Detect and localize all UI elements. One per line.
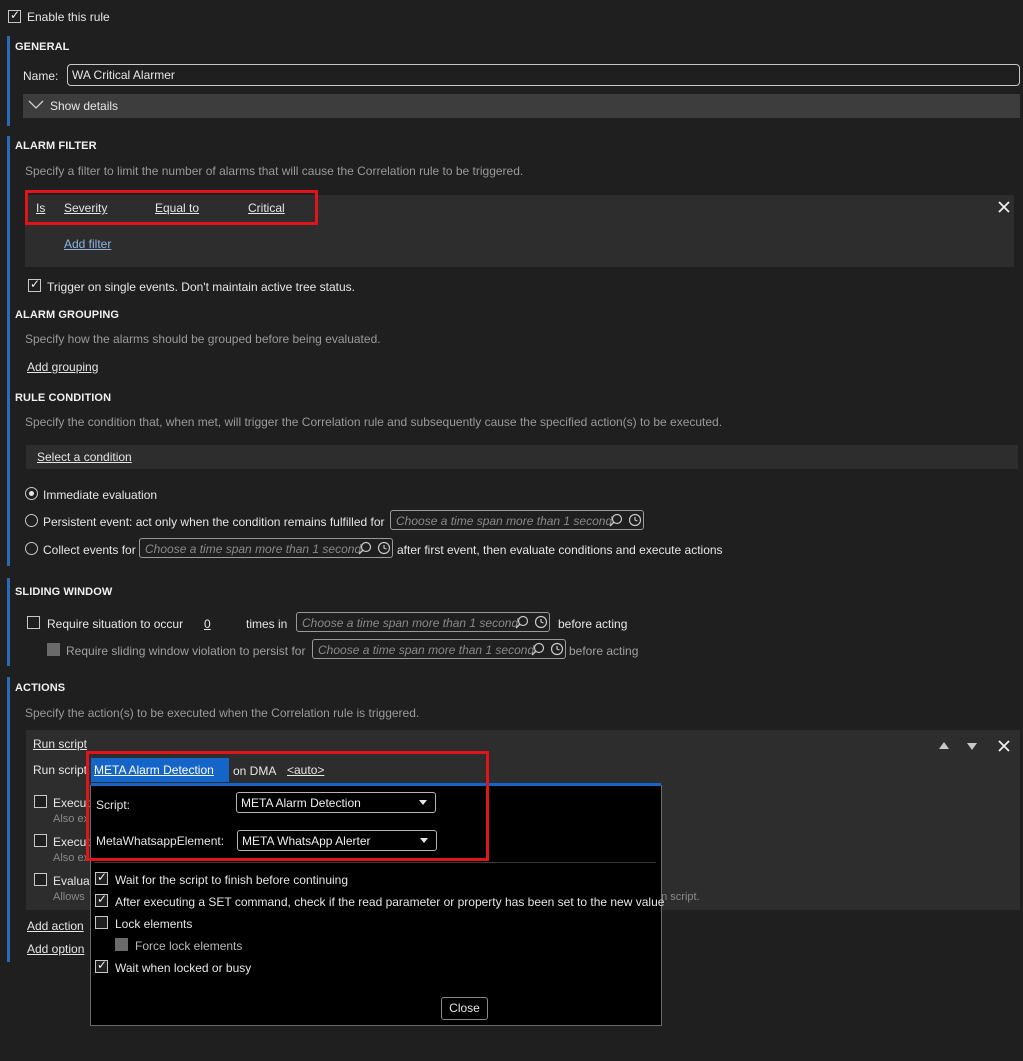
require-violation-checkbox[interactable] <box>47 643 60 656</box>
select-condition-bar[interactable]: Select a condition <box>26 445 1018 469</box>
run-script-label: Run script <box>33 763 88 777</box>
lock-elements-label: Lock elements <box>115 917 193 931</box>
rule-condition-title: RULE CONDITION <box>15 392 112 404</box>
sliding-window-title: SLIDING WINDOW <box>15 586 113 598</box>
alarm-grouping-description: Specify how the alarms should be grouped… <box>25 332 381 346</box>
execute-option-2-sub: Also ex <box>53 852 90 864</box>
name-label: Name: <box>23 69 59 83</box>
filter-section-bar <box>7 136 10 566</box>
add-grouping-link[interactable]: Add grouping <box>27 360 98 374</box>
occur-count[interactable]: 0 <box>204 617 211 631</box>
filter-highlight <box>25 190 318 225</box>
show-details-bar[interactable]: Show details <box>23 94 1020 118</box>
evaluate-option-label: Evaluat <box>53 874 94 888</box>
persistent-timespan-input[interactable]: Choose a time span more than 1 second <box>390 510 644 530</box>
alarm-filter-title: ALARM FILTER <box>15 140 97 152</box>
evaluate-option-checkbox[interactable] <box>34 873 47 886</box>
evaluate-option-sub: Allows <box>53 891 85 903</box>
immediate-radio[interactable] <box>25 487 38 500</box>
check-set-checkbox[interactable] <box>95 892 108 907</box>
before-acting-label: before acting <box>558 617 628 631</box>
require-occur-checkbox[interactable] <box>27 616 40 629</box>
collect-suffix: after first event, then evaluate conditi… <box>397 543 723 557</box>
add-filter-link[interactable]: Add filter <box>64 237 111 251</box>
close-icon[interactable] <box>998 740 1010 752</box>
close-icon[interactable] <box>998 201 1010 213</box>
clock-icon[interactable] <box>550 642 564 656</box>
sliding-timespan-input[interactable]: Choose a time span more than 1 second <box>296 612 550 632</box>
clock-icon[interactable] <box>628 513 642 527</box>
persistent-timespan-placeholder: Choose a time span more than 1 second <box>396 514 613 528</box>
persistent-label: Persistent event: act only when the cond… <box>43 515 385 529</box>
arrow-down-icon[interactable] <box>967 743 977 750</box>
run-script-header-link[interactable]: Run script <box>33 737 87 751</box>
execute-option-1-label: Execut <box>53 796 90 810</box>
violation-timespan-placeholder: Choose a time span more than 1 second <box>318 643 535 657</box>
check-set-label: After executing a SET command, check if … <box>115 895 665 909</box>
general-title: GENERAL <box>15 41 70 53</box>
wait-finish-label: Wait for the script to finish before con… <box>115 873 349 887</box>
show-details-label: Show details <box>50 99 119 113</box>
close-button[interactable]: Close <box>441 997 488 1020</box>
rule-condition-description: Specify the condition that, when met, wi… <box>25 415 723 429</box>
alarm-filter-description: Specify a filter to limit the number of … <box>25 164 524 178</box>
clock-icon[interactable] <box>377 541 391 555</box>
force-lock-label: Force lock elements <box>135 939 243 953</box>
search-icon <box>358 541 372 555</box>
general-section-bar <box>7 36 10 126</box>
trigger-single-label: Trigger on single events. Don't maintain… <box>47 280 355 294</box>
immediate-label: Immediate evaluation <box>43 488 158 502</box>
add-option-link[interactable]: Add option <box>27 942 84 956</box>
sliding-timespan-placeholder: Choose a time span more than 1 second <box>302 616 519 630</box>
collect-radio[interactable] <box>25 542 38 555</box>
collect-timespan-placeholder: Choose a time span more than 1 second <box>145 542 362 556</box>
enable-rule-label: Enable this rule <box>27 10 110 24</box>
execute-option-2-checkbox[interactable] <box>34 834 47 847</box>
sliding-section-bar <box>7 578 10 666</box>
trigger-single-checkbox[interactable] <box>28 277 41 292</box>
wait-finish-checkbox[interactable] <box>95 870 108 885</box>
execute-option-2-label: Execut <box>53 835 90 849</box>
add-action-link[interactable]: Add action <box>27 919 84 933</box>
alarm-grouping-title: ALARM GROUPING <box>15 309 120 321</box>
arrow-up-icon[interactable] <box>939 742 949 749</box>
violation-timespan-input[interactable]: Choose a time span more than 1 second <box>312 639 566 659</box>
actions-section-bar <box>7 677 10 962</box>
wait-locked-label: Wait when locked or busy <box>115 961 252 975</box>
wait-locked-checkbox[interactable] <box>95 958 108 973</box>
actions-description: Specify the action(s) to be executed whe… <box>25 706 420 720</box>
times-in-label: times in <box>246 617 288 631</box>
search-icon <box>609 513 623 527</box>
clock-icon[interactable] <box>534 615 548 629</box>
lock-elements-checkbox[interactable] <box>95 916 108 929</box>
popup-divider <box>94 862 656 863</box>
collect-timespan-input[interactable]: Choose a time span more than 1 second <box>139 538 393 558</box>
name-input-value: WA Critical Alarmer <box>72 68 175 82</box>
execute-option-1-checkbox[interactable] <box>34 795 47 808</box>
actions-title: ACTIONS <box>15 682 66 694</box>
enable-rule-checkbox[interactable] <box>8 8 21 23</box>
execute-option-1-sub: Also ex <box>53 813 90 825</box>
require-occur-label: Require situation to occur <box>47 617 184 631</box>
select-condition-link[interactable]: Select a condition <box>37 450 132 464</box>
violation-before-acting-label: before acting <box>569 644 639 658</box>
search-icon <box>531 642 545 656</box>
require-violation-label: Require sliding window violation to pers… <box>66 644 306 658</box>
collect-label: Collect events for <box>43 543 136 557</box>
force-lock-checkbox[interactable] <box>115 938 128 951</box>
name-input[interactable]: WA Critical Alarmer <box>67 64 1020 86</box>
persistent-radio[interactable] <box>25 514 38 527</box>
search-icon <box>515 615 529 629</box>
chevron-down-icon <box>28 100 44 109</box>
script-highlight <box>86 751 489 861</box>
